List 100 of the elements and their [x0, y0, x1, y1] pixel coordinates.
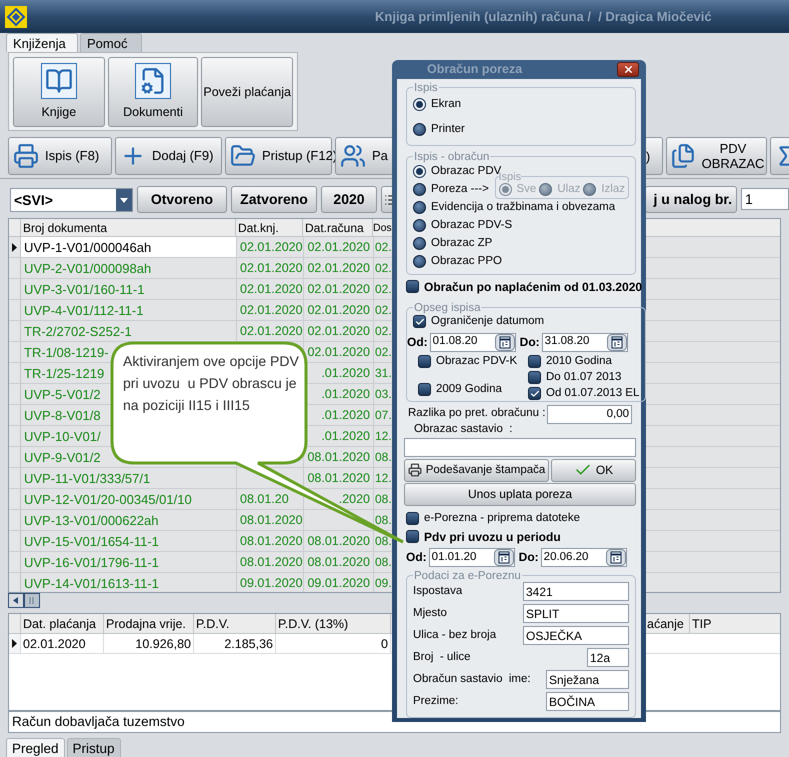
checkbox[interactable]: [406, 530, 419, 544]
column-header[interactable]: P.D.V. (13%): [276, 614, 391, 633]
column-header[interactable]: Dat. plaćanja: [21, 614, 104, 633]
menu-tab[interactable]: Knjiženja: [6, 33, 78, 52]
radio-button[interactable]: [413, 165, 426, 178]
table-cell[interactable]: UVP-13-V01/000622ah: [24, 513, 158, 528]
input-field[interactable]: OSJEČKA: [523, 626, 629, 645]
table-cell[interactable]: TR-1/25-1219: [24, 366, 104, 381]
radio-label: Obrazac PPO: [431, 254, 502, 270]
date-field[interactable]: 20.06.20: [540, 548, 627, 567]
table-cell: 02.: [375, 303, 392, 317]
toolbar-button[interactable]: Dodaj (F9): [115, 137, 222, 175]
table-cell[interactable]: UVP-4-V01/112-11-1: [24, 303, 144, 318]
input-field[interactable]: SPLIT: [523, 604, 629, 623]
date-field[interactable]: 01.08.20: [430, 332, 516, 352]
table-cell[interactable]: UVP-10-V01/: [24, 429, 101, 444]
calendar-button[interactable]: [494, 334, 515, 350]
row-header[interactable]: [9, 237, 21, 257]
documents-icon: [670, 143, 696, 169]
radio-button[interactable]: [413, 123, 426, 136]
checkbox[interactable]: [418, 383, 431, 396]
table-cell[interactable]: UVP-15-V01/1654-11-1: [24, 534, 159, 549]
printer-setup-button[interactable]: Podešavanje štampača: [404, 458, 549, 482]
table-cell: 03.: [375, 387, 392, 401]
filter-select[interactable]: <SVI>: [10, 188, 133, 212]
table-cell[interactable]: UVP-2-V01/000098ah: [24, 261, 152, 276]
radio-button[interactable]: [413, 98, 426, 112]
menu-tab[interactable]: Pomoć: [80, 33, 142, 52]
toolbar-button[interactable]: Ispis (F8): [8, 137, 112, 175]
ribbon-button[interactable]: Dokumenti: [108, 57, 198, 127]
table-cell: 08.01.2020: [240, 534, 303, 548]
table-cell: 02.01.2020: [240, 303, 303, 317]
table-cell[interactable]: UVP-9-V01/2: [24, 450, 101, 465]
calendar-button[interactable]: [494, 548, 514, 566]
ribbon-button[interactable]: Poveži plaćanja: [201, 57, 293, 127]
input-field[interactable]: 3421: [523, 582, 629, 601]
radio-button[interactable]: [413, 237, 426, 250]
calendar-button[interactable]: [606, 334, 627, 350]
checkbox[interactable]: [528, 387, 541, 400]
column-header[interactable]: Dat.računa: [303, 219, 373, 236]
table-cell-text: 02.01.2020: [307, 323, 370, 340]
table-cell-text: 09.01.2020: [307, 575, 370, 592]
checkbox[interactable]: [528, 371, 541, 384]
table-cell: 02.: [375, 240, 392, 254]
radio-label: Ekran: [431, 97, 462, 112]
tax-payment-button[interactable]: Unos uplata poreza: [404, 482, 636, 506]
radio-button[interactable]: [413, 219, 426, 232]
checkbox[interactable]: [413, 315, 426, 328]
horizontal-scrollbar[interactable]: [8, 593, 40, 608]
row-header[interactable]: [9, 634, 21, 653]
table-cell[interactable]: UVP-11-V01/333/57/1: [24, 471, 150, 486]
column-header[interactable]: TIP: [690, 614, 780, 633]
radio-button[interactable]: [413, 201, 426, 214]
ribbon-button[interactable]: Knjige: [13, 57, 105, 127]
table-cell[interactable]: UVP-5-V01/2: [24, 387, 101, 402]
field-label: Do:: [520, 334, 540, 351]
row-pointer-icon: [12, 639, 17, 648]
group-label: Ispis - obračun: [413, 150, 490, 163]
filter-button[interactable]: 2020: [321, 186, 377, 213]
toolbar-button[interactable]: PDV OBRAZAC: [666, 137, 767, 175]
table-cell[interactable]: UVP-12-V01/20-00345/01/10: [24, 492, 192, 507]
input-field[interactable]: 12a: [587, 648, 629, 667]
table-cell[interactable]: TR-1/08-1219-: [24, 345, 109, 360]
radio-button[interactable]: [413, 255, 426, 268]
filter-button[interactable]: Zatvoreno: [231, 186, 317, 213]
date-field[interactable]: 31.08.20: [542, 332, 628, 352]
table-cell: 08.: [375, 534, 392, 548]
input-field[interactable]: Snježana: [546, 670, 629, 689]
table-cell[interactable]: UVP-16-V01/1796-11-1: [24, 555, 159, 570]
table-cell[interactable]: UVP-3-V01/160-11-1: [24, 282, 144, 297]
filter-button[interactable]: j u nalog br.: [645, 186, 737, 213]
column-header[interactable]: Dat.knj.: [236, 219, 303, 236]
input-field[interactable]: BOČINA: [546, 692, 629, 711]
view-tab[interactable]: Pristup: [66, 738, 121, 757]
column-header[interactable]: Prodajna vrije.: [104, 614, 194, 633]
table-cell: 09.01.2020: [240, 576, 303, 590]
view-tab[interactable]: Pregled: [6, 738, 65, 757]
filter-button[interactable]: Otvoreno: [137, 186, 227, 213]
table-cell[interactable]: UVP-14-V01/1613-11-1: [24, 576, 159, 591]
amount-field[interactable]: 0,00: [547, 404, 632, 424]
close-button[interactable]: [617, 62, 639, 77]
date-field[interactable]: 01.01.20: [428, 548, 515, 567]
checkbox[interactable]: [528, 355, 541, 368]
table-cell[interactable]: TR-2/2702-S252-1: [24, 324, 132, 339]
radio-button[interactable]: [413, 183, 426, 196]
checkbox[interactable]: [406, 280, 419, 294]
table-cell[interactable]: UVP-8-V01/8: [24, 408, 101, 423]
checkbox-label: Od 01.07.2013 EL: [546, 386, 640, 401]
table-cell: 08.: [375, 513, 392, 527]
radio-label: Evidencija o tražbinama i obvezama: [431, 200, 616, 216]
close-icon: [622, 64, 634, 75]
checkbox[interactable]: [406, 512, 419, 526]
number-field[interactable]: 1: [741, 188, 789, 210]
calendar-button[interactable]: [606, 548, 626, 566]
input-field[interactable]: [404, 438, 636, 457]
column-header[interactable]: P.D.V.: [194, 614, 276, 633]
checkbox[interactable]: [418, 355, 431, 368]
column-header[interactable]: Broj dokumenta: [21, 219, 236, 236]
radio-label: Obrazac ZP: [431, 236, 492, 252]
ok-button[interactable]: OK: [551, 458, 636, 482]
